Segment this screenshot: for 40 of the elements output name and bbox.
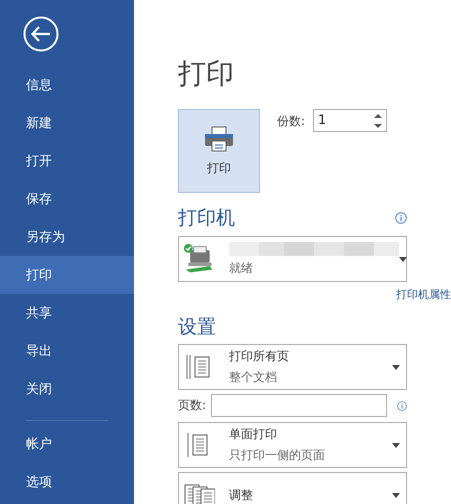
caret-icon [399, 256, 407, 262]
printer-icon [204, 126, 234, 152]
printer-properties-link[interactable]: 打印机属性 [222, 287, 451, 302]
sidebar-item[interactable]: 新建 [0, 104, 134, 142]
info-icon[interactable] [397, 400, 407, 412]
caret-icon [392, 492, 400, 498]
copies-label: 份数: [277, 113, 306, 130]
settings-dropdown[interactable]: 单面打印 只打印一侧的页面 [178, 422, 407, 468]
back-icon[interactable] [23, 16, 59, 52]
spin-arrows-icon [374, 112, 382, 128]
sidebar-item[interactable]: 帐户 [0, 425, 134, 463]
pages-field[interactable] [211, 394, 388, 417]
option-subtitle: 只打印一侧的页面 [229, 447, 326, 464]
printer-status: 就绪 [229, 260, 254, 276]
section-heading: 设置 [178, 315, 216, 340]
caret-icon [392, 442, 400, 448]
option-title: 调整 [229, 486, 254, 504]
option-title: 单面打印 [229, 426, 278, 443]
sidebar-item[interactable]: 打印 [0, 256, 134, 294]
option-subtitle: 整个文档 [229, 369, 278, 386]
sidebar-item[interactable]: 打开 [0, 142, 134, 180]
caret-icon [392, 364, 400, 370]
option-title: 打印所有页 [229, 348, 290, 365]
sidebar-item[interactable]: 关闭 [0, 370, 134, 408]
sidebar-item[interactable]: 共享 [0, 294, 134, 332]
settings-dropdown[interactable]: 打印所有页 整个文档 [178, 344, 407, 390]
field-label: 页数: [178, 397, 206, 414]
sidebar-item[interactable]: 另存为 [0, 218, 134, 256]
sidebar-item[interactable]: 信息 [0, 66, 134, 104]
sidebar-item[interactable]: 选项 [0, 463, 134, 501]
sidebar-item[interactable]: 导出 [0, 332, 134, 370]
printer-icon [183, 243, 215, 275]
print-button[interactable]: 打印 [178, 109, 260, 193]
sidebar-item[interactable]: 保存 [0, 180, 134, 218]
page-title: 打印 [178, 56, 234, 92]
settings-dropdown[interactable]: 调整 [178, 472, 407, 504]
section-heading: 打印机 [178, 206, 235, 231]
info-icon[interactable] [395, 212, 407, 224]
copies-spinbox[interactable]: 1 [313, 109, 388, 132]
printer-dropdown[interactable]: 就绪 [178, 236, 407, 282]
